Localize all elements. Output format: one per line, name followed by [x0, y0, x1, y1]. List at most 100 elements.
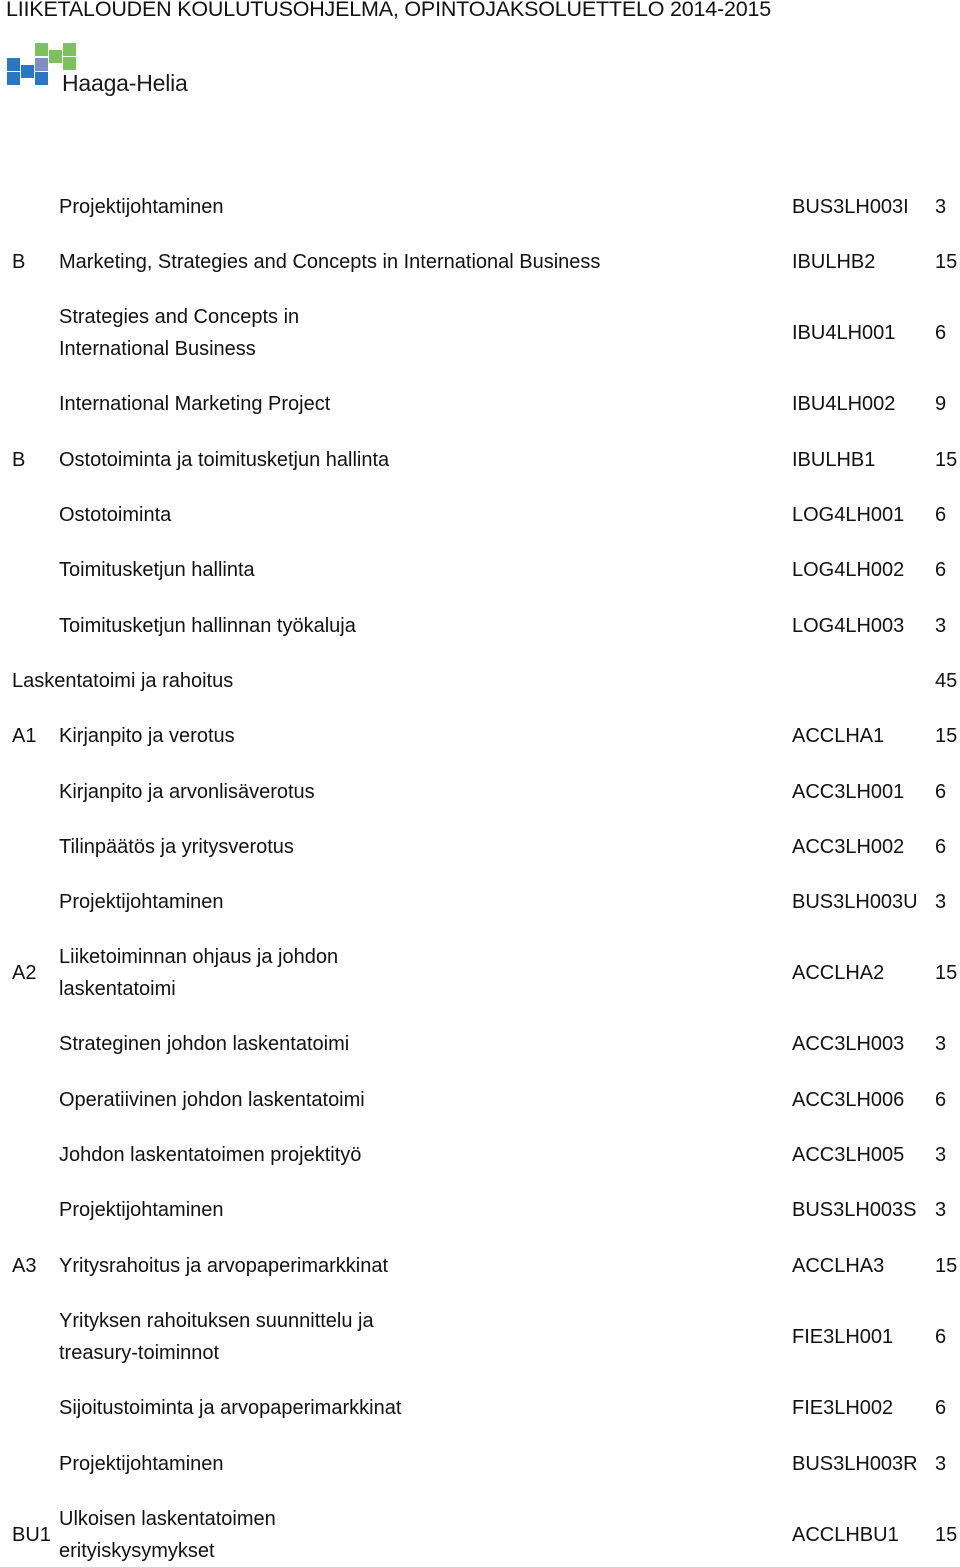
course-name-line: laskentatoimi [59, 978, 176, 1000]
course-code: IBULHB1 [792, 449, 876, 471]
course-row: A2 Liiketoiminnan ohjaus ja johdon laskent… [0, 946, 960, 1000]
course-row: B Ostotoiminta ja toimitusketjun hallinta… [0, 444, 960, 476]
course-row: Projektijohtaminen BUS3LH003R 3 [0, 1448, 960, 1480]
group-code: A3 [12, 1255, 37, 1277]
course-row: Toimitusketjun hallinta LOG4LH002 6 [0, 554, 960, 586]
course-row: Sijoitustoiminta ja arvopaperimarkkinat F… [0, 1392, 960, 1424]
course-name: Projektijohtaminen [59, 196, 224, 218]
course-code: BUS3LH003U [792, 891, 918, 913]
course-row: Tilinpäätös ja yritysverotus ACC3LH002 6 [0, 831, 960, 863]
course-code: FIE3LH001 [792, 1326, 894, 1348]
credits: 3 [935, 1033, 947, 1055]
section-row: Laskentatoimi ja rahoitus 45 [0, 665, 960, 697]
logo-square-icon [63, 57, 76, 70]
course-code: ACCLHA1 [792, 725, 885, 747]
credits: 3 [935, 615, 947, 637]
course-row: BU1 Ulkoisen laskentatoimen erityiskysymyk… [0, 1508, 960, 1562]
credits: 6 [935, 1326, 947, 1348]
course-code: IBU4LH002 [792, 393, 896, 415]
course-name: Yritysrahoitus ja arvopaperimarkkinat [59, 1255, 389, 1277]
course-row: B Marketing, Strategies and Concepts in I… [0, 246, 960, 278]
course-code: LOG4LH002 [792, 559, 905, 581]
course-name-line: Ulkoisen laskentatoimen [59, 1508, 276, 1530]
logo-square-icon [35, 43, 48, 56]
credits: 3 [935, 1199, 947, 1221]
course-name-line: erityiskysymykset [59, 1540, 215, 1562]
course-row: Operatiivinen johdon laskentatoimi ACC3LH… [0, 1084, 960, 1116]
course-row: Projektijohtaminen BUS3LH003U 3 [0, 886, 960, 918]
credits: 45 [935, 670, 958, 692]
course-name-line: Yrityksen rahoituksen suunnittelu ja [59, 1310, 374, 1332]
course-row: Yrityksen rahoituksen suunnittelu ja trea… [0, 1310, 960, 1364]
course-row: Kirjanpito ja arvonlisäverotus ACC3LH001 6 [0, 776, 960, 808]
course-name: Strategies and Concepts in International … [59, 301, 299, 365]
course-name: Toimitusketjun hallinta [59, 559, 255, 581]
credits: 15 [935, 251, 958, 273]
credits: 6 [935, 836, 947, 858]
course-name-line: Strategies and Concepts in [59, 306, 300, 328]
course-row: International Marketing Project IBU4LH002… [0, 388, 960, 420]
course-row: Ostotoiminta LOG4LH001 6 [0, 499, 960, 531]
course-name: Ulkoisen laskentatoimen erityiskysymykset [59, 1503, 276, 1567]
course-name: Sijoitustoiminta ja arvopaperimarkkinat [59, 1397, 402, 1419]
course-name: Yrityksen rahoituksen suunnittelu ja trea… [59, 1305, 374, 1369]
course-code: IBU4LH001 [792, 322, 896, 344]
course-code: ACCLHBU1 [792, 1524, 899, 1546]
logo-square-icon [35, 58, 48, 71]
course-row: Projektijohtaminen BUS3LH003I 3 [0, 191, 960, 223]
logo-square-icon [7, 72, 20, 85]
credits: 6 [935, 504, 947, 526]
course-row: A3 Yritysrahoitus ja arvopaperimarkkinat A… [0, 1250, 960, 1282]
course-code: ACC3LH005 [792, 1144, 905, 1166]
course-row: Strategies and Concepts in International … [0, 306, 960, 360]
group-code: B [12, 251, 26, 273]
course-row: Toimitusketjun hallinnan työkaluja LOG4LH… [0, 610, 960, 642]
credits: 15 [935, 449, 958, 471]
credits: 15 [935, 725, 958, 747]
course-name: Marketing, Strategies and Concepts in In… [59, 251, 601, 273]
credits: 3 [935, 196, 947, 218]
credits: 3 [935, 891, 947, 913]
course-code: ACCLHA2 [792, 962, 885, 984]
course-code: BUS3LH003I [792, 196, 909, 218]
credits: 6 [935, 1089, 947, 1111]
course-name: Johdon laskentatoimen projektityö [59, 1144, 362, 1166]
group-code: B [12, 449, 26, 471]
course-code: IBULHB2 [792, 251, 876, 273]
credits: 15 [935, 962, 958, 984]
logo-square-icon [7, 58, 20, 71]
logo-text: Haaga-Helia [62, 70, 188, 96]
course-code: ACCLHA3 [792, 1255, 885, 1277]
section-name: Laskentatoimi ja rahoitus [12, 670, 234, 692]
course-name-line: Liiketoiminnan ohjaus ja johdon [59, 946, 339, 968]
course-name-line: treasury-toiminnot [59, 1342, 220, 1364]
course-code: ACC3LH002 [792, 836, 905, 858]
course-name: Projektijohtaminen [59, 1199, 224, 1221]
course-name: Ostotoiminta [59, 504, 172, 526]
course-name: Operatiivinen johdon laskentatoimi [59, 1089, 365, 1111]
course-code: ACC3LH001 [792, 781, 905, 803]
group-code: BU1 [12, 1524, 51, 1546]
course-name: Kirjanpito ja verotus [59, 725, 235, 747]
course-name: Projektijohtaminen [59, 891, 224, 913]
logo-square-icon [35, 72, 48, 85]
credits: 6 [935, 322, 947, 344]
group-code: A1 [12, 725, 37, 747]
credits: 6 [935, 781, 947, 803]
course-row: Projektijohtaminen BUS3LH003S 3 [0, 1194, 960, 1226]
course-code: FIE3LH002 [792, 1397, 894, 1419]
credits: 6 [935, 559, 947, 581]
credits: 3 [935, 1144, 947, 1166]
course-code: LOG4LH003 [792, 615, 905, 637]
credits: 15 [935, 1524, 958, 1546]
course-row: Strateginen johdon laskentatoimi ACC3LH00… [0, 1028, 960, 1060]
course-name: Ostotoiminta ja toimitusketjun hallinta [59, 449, 390, 471]
haaga-helia-logo: Haaga-Helia [0, 0, 200, 110]
logo-square-icon [49, 50, 62, 63]
course-code: BUS3LH003R [792, 1453, 918, 1475]
logo-square-icon [21, 65, 34, 78]
credits: 3 [935, 1453, 947, 1475]
credits: 15 [935, 1255, 958, 1277]
course-name: International Marketing Project [59, 393, 331, 415]
course-name: Kirjanpito ja arvonlisäverotus [59, 781, 315, 803]
